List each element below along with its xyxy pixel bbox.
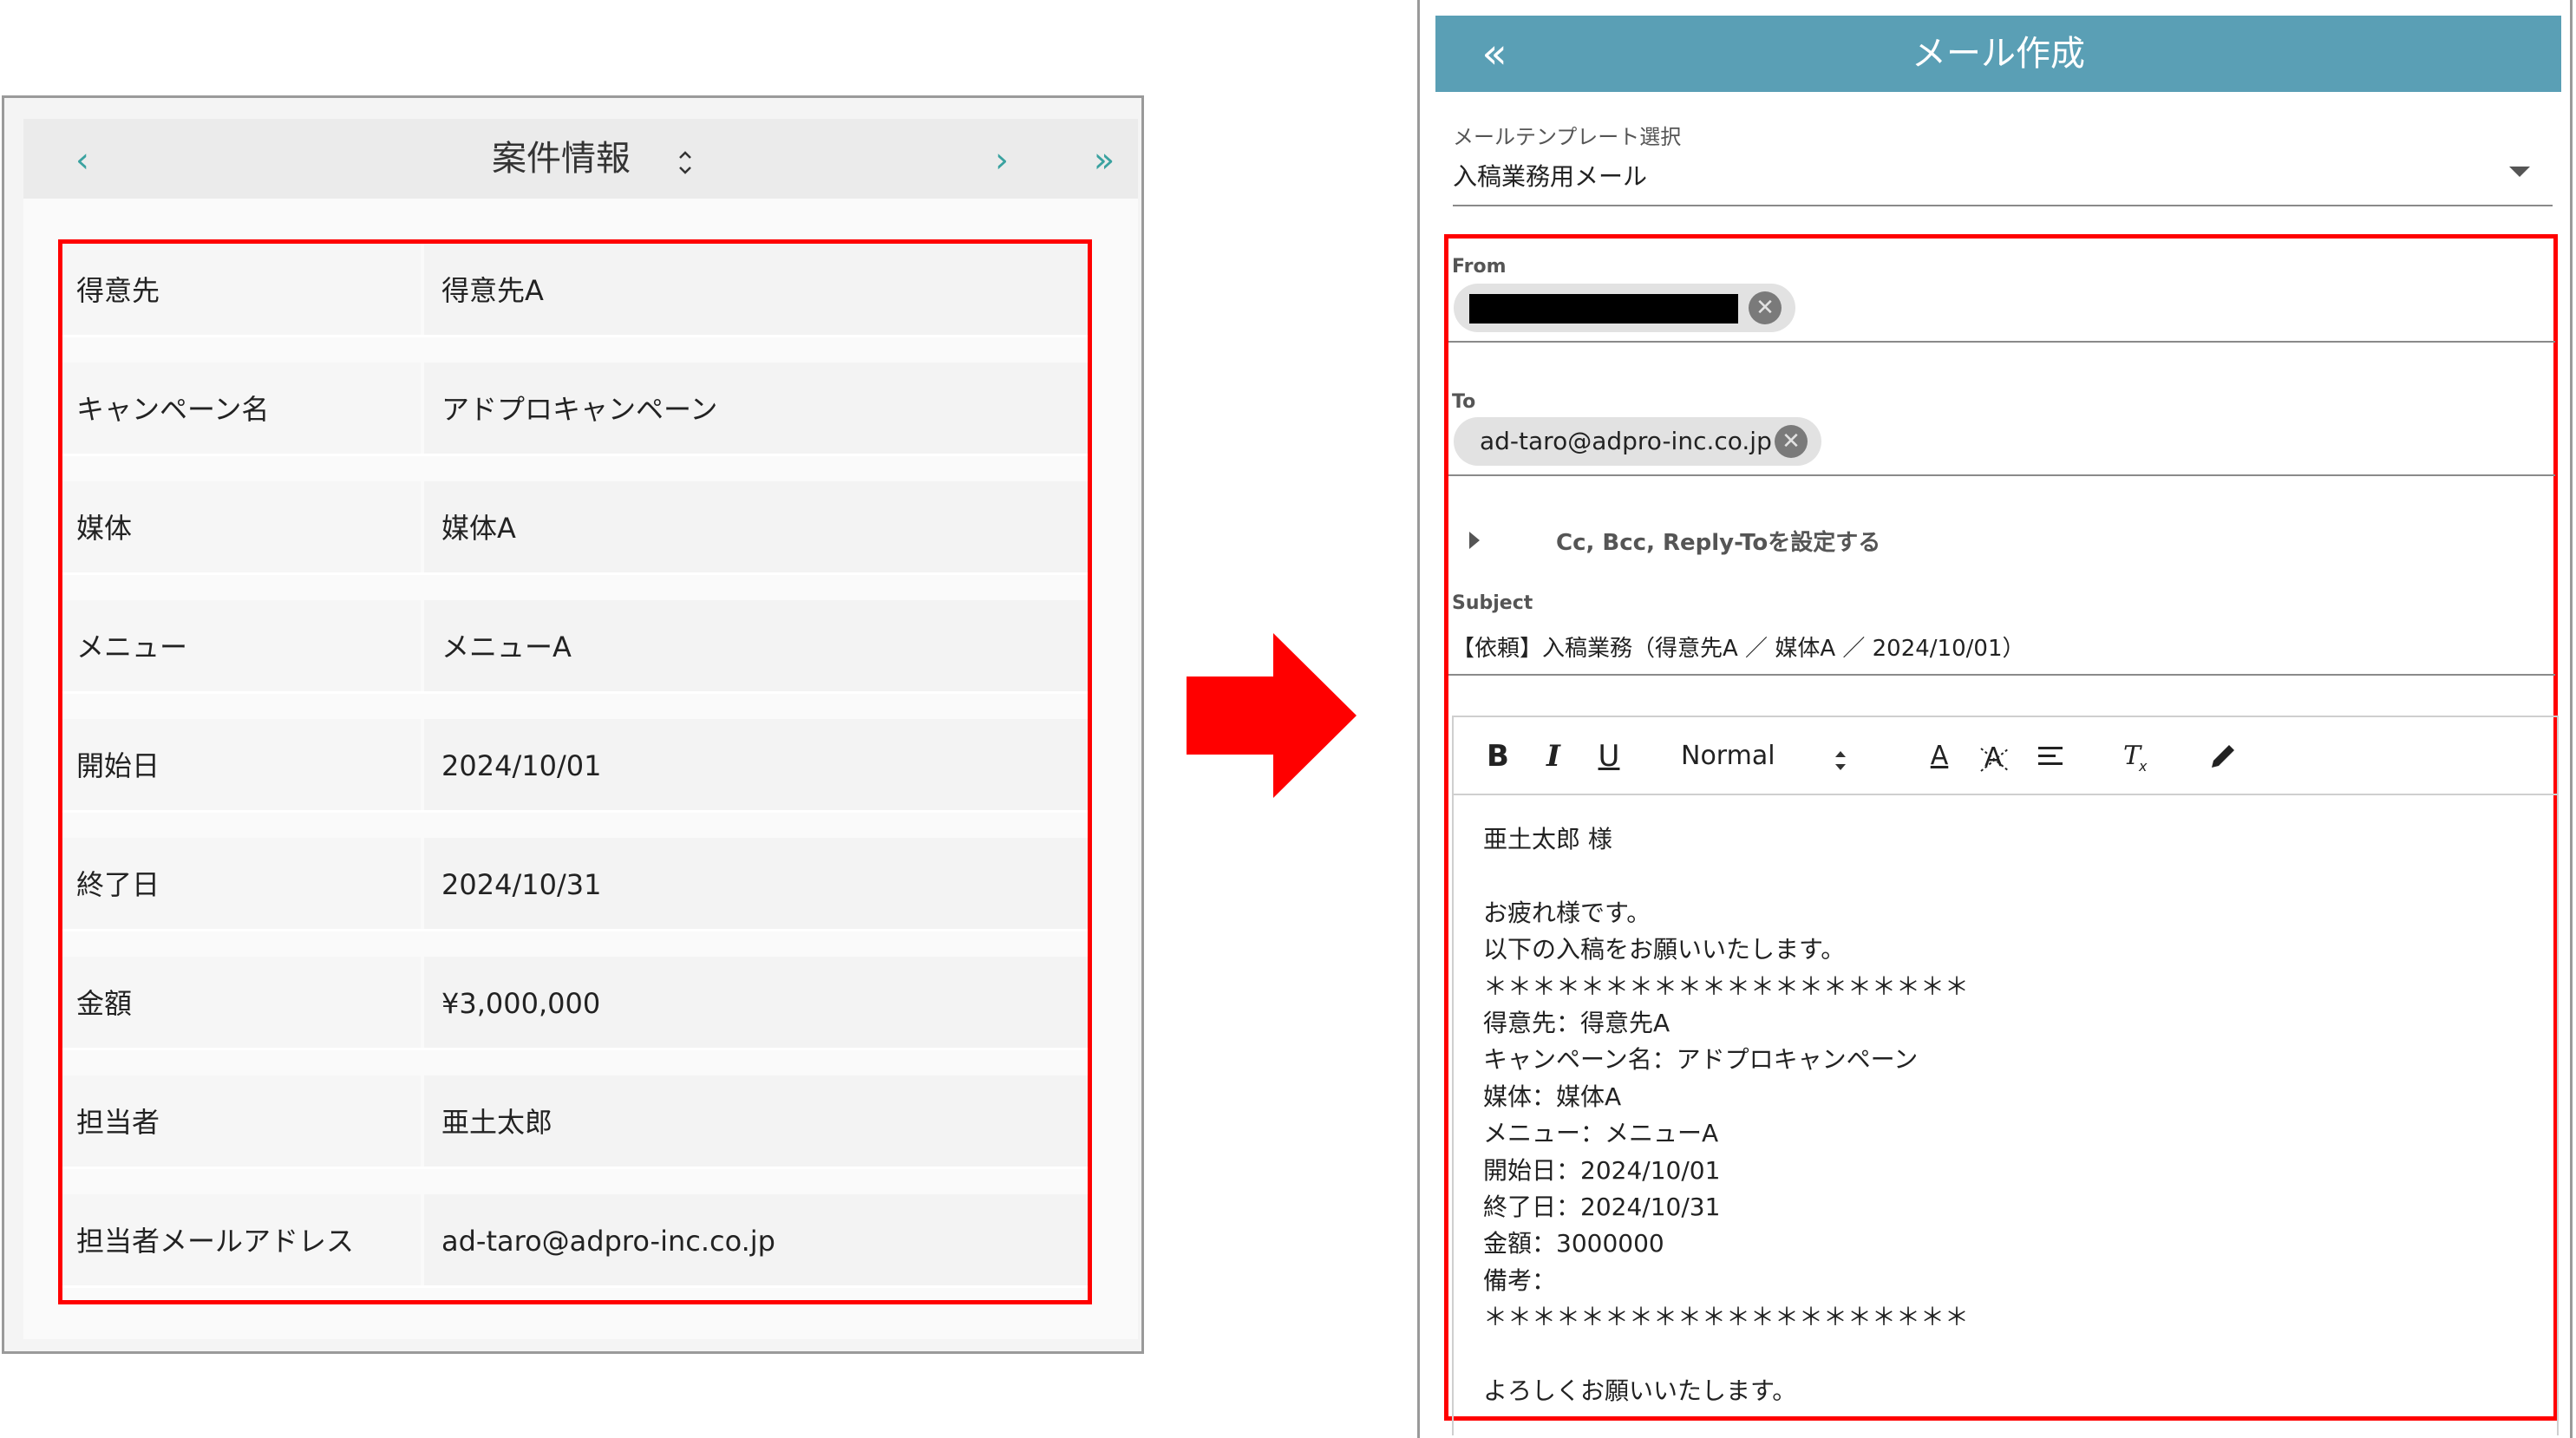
case-info-highlight-box: 得意先 得意先A キャンペーン名 アドプロキャンペーン 媒体 媒体A メニュー …	[58, 239, 1092, 1304]
case-info-panel: ‹ 案件情報 › » 得意先 得意先A キャンペーン名 アドプロキャンペーン 媒…	[2, 95, 1144, 1354]
align-icon[interactable]	[2033, 736, 2068, 776]
last-record-icon[interactable]: »	[1080, 136, 1128, 185]
info-label: 担当者	[62, 1075, 421, 1167]
info-row-client: 得意先 得意先A	[62, 244, 1088, 337]
case-info-header: ‹ 案件情報 › »	[23, 119, 1138, 199]
info-value: 2024/10/31	[424, 838, 1088, 929]
info-row-campaign: キャンペーン名 アドプロキャンペーン	[62, 363, 1088, 456]
body-line: メニュー：メニューA	[1483, 1119, 1719, 1148]
info-label: 媒体	[62, 481, 421, 572]
info-value: メニューA	[424, 600, 1088, 691]
info-value: 亜土太郎	[424, 1075, 1088, 1167]
info-row-start-date: 開始日 2024/10/01	[62, 719, 1088, 813]
body-line: 金額：3000000	[1483, 1229, 1664, 1258]
to-chip-text: ad-taro@adpro-inc.co.jp	[1480, 427, 1772, 455]
body-line: ＊＊＊＊＊＊＊＊＊＊＊＊＊＊＊＊＊＊＊＊	[1483, 971, 1970, 1001]
subject-input[interactable]: 【依頼】入稿業務（得意先A ／ 媒体A ／ 2024/10/01）	[1452, 631, 2025, 663]
from-label: From	[1452, 256, 1507, 278]
info-row-owner-email: 担当者メールアドレス ad-taro@adpro-inc.co.jp	[62, 1194, 1088, 1288]
divider	[1448, 341, 2555, 343]
info-value: ad-taro@adpro-inc.co.jp	[424, 1194, 1088, 1285]
body-line: 得意先：得意先A	[1483, 1009, 1670, 1038]
info-value: 得意先A	[424, 244, 1088, 335]
mail-title: メール作成	[1912, 34, 2085, 74]
info-label: 金額	[62, 957, 421, 1048]
info-label: 得意先	[62, 244, 421, 335]
info-row-menu: メニュー メニューA	[62, 600, 1088, 694]
rich-text-editor: B I U Normal A A T x 亜土太郎 様 お疲れ様です。 以下の入…	[1452, 716, 2559, 1435]
info-row-media: 媒体 媒体A	[62, 481, 1088, 575]
info-label: 担当者メールアドレス	[62, 1194, 421, 1285]
expand-caret-icon[interactable]	[1469, 532, 1480, 549]
info-row-end-date: 終了日 2024/10/31	[62, 838, 1088, 931]
next-record-icon[interactable]: ›	[977, 136, 1026, 185]
editor-toolbar: B I U Normal A A T x	[1454, 717, 2557, 795]
subject-label: Subject	[1452, 592, 1533, 614]
font-size-select[interactable]: Normal	[1681, 736, 1802, 776]
cc-bcc-toggle[interactable]: Cc, Bcc, Reply-Toを設定する	[1556, 525, 1880, 557]
italic-icon[interactable]: I	[1539, 736, 1568, 776]
body-line	[1483, 1337, 2524, 1373]
case-info-title: 案件情報	[492, 139, 631, 179]
mail-form-highlight-box: From ✕ To ad-taro@adpro-inc.co.jp ✕ Cc, …	[1444, 234, 2559, 1435]
divider	[1453, 205, 2553, 206]
editor-body[interactable]: 亜土太郎 様 お疲れ様です。以下の入稿をお願いいたします。 ＊＊＊＊＊＊＊＊＊＊＊…	[1483, 821, 2524, 1410]
body-line	[1483, 858, 2524, 894]
underline-icon[interactable]: U	[1594, 736, 1624, 776]
font-size-arrows-icon[interactable]	[1830, 743, 1851, 778]
body-line: キャンペーン名：アドプロキャンペーン	[1483, 1045, 1919, 1075]
info-label: 終了日	[62, 838, 421, 929]
info-value: ¥3,000,000	[424, 957, 1088, 1048]
chevron-down-icon[interactable]	[2509, 167, 2530, 177]
info-value: アドプロキャンペーン	[424, 363, 1088, 454]
clear-format-icon[interactable]: T x	[2120, 736, 2154, 776]
info-label: 開始日	[62, 719, 421, 810]
back-icon[interactable]: «	[1468, 28, 1520, 80]
bold-icon[interactable]: B	[1483, 736, 1513, 776]
body-line: よろしくお願いいたします。	[1483, 1376, 1797, 1406]
info-row-amount: 金額 ¥3,000,000	[62, 957, 1088, 1050]
template-select-label: メールテンプレート選択	[1453, 125, 1682, 149]
divider	[1448, 674, 2555, 676]
body-line: 開始日：2024/10/01	[1483, 1155, 1721, 1185]
mail-header: メール作成 «	[1435, 16, 2561, 92]
body-line: 終了日：2024/10/31	[1483, 1193, 1721, 1222]
sort-toggle-icon[interactable]	[672, 145, 698, 180]
to-label: To	[1452, 391, 1476, 413]
svg-text:A: A	[1984, 742, 2003, 773]
flow-arrow-icon	[1187, 633, 1357, 798]
divider	[1448, 474, 2555, 476]
body-line: 備考：	[1483, 1265, 1557, 1295]
remove-chip-icon[interactable]: ✕	[1775, 425, 1808, 458]
redacted-sender	[1469, 294, 1738, 324]
info-value: 2024/10/01	[424, 719, 1088, 810]
body-line: 以下の入稿をお願いいたします。	[1483, 935, 1846, 964]
info-label: メニュー	[62, 600, 421, 691]
info-row-owner: 担当者 亜土太郎	[62, 1075, 1088, 1169]
mail-compose-panel: メール作成 « メールテンプレート選択 入稿業務用メール From ✕ To a…	[1417, 0, 2573, 1438]
body-line: お疲れ様です。	[1483, 898, 1651, 927]
info-label: キャンペーン名	[62, 363, 421, 454]
pen-icon[interactable]	[2205, 736, 2239, 776]
to-chip[interactable]: ad-taro@adpro-inc.co.jp ✕	[1454, 417, 1821, 466]
body-line: 媒体：媒体A	[1483, 1082, 1622, 1111]
from-chip[interactable]: ✕	[1454, 284, 1795, 332]
info-value: 媒体A	[424, 481, 1088, 572]
template-select[interactable]: 入稿業務用メール	[1453, 158, 1647, 193]
svg-text:x: x	[2138, 758, 2148, 775]
remove-chip-icon[interactable]: ✕	[1749, 291, 1782, 324]
body-line: ＊＊＊＊＊＊＊＊＊＊＊＊＊＊＊＊＊＊＊＊	[1483, 1303, 1970, 1332]
background-color-icon[interactable]: A	[1978, 736, 2012, 776]
prev-record-icon[interactable]: ‹	[58, 136, 107, 185]
body-line: 亜土太郎 様	[1483, 825, 1612, 853]
text-color-icon[interactable]: A	[1924, 736, 1955, 776]
